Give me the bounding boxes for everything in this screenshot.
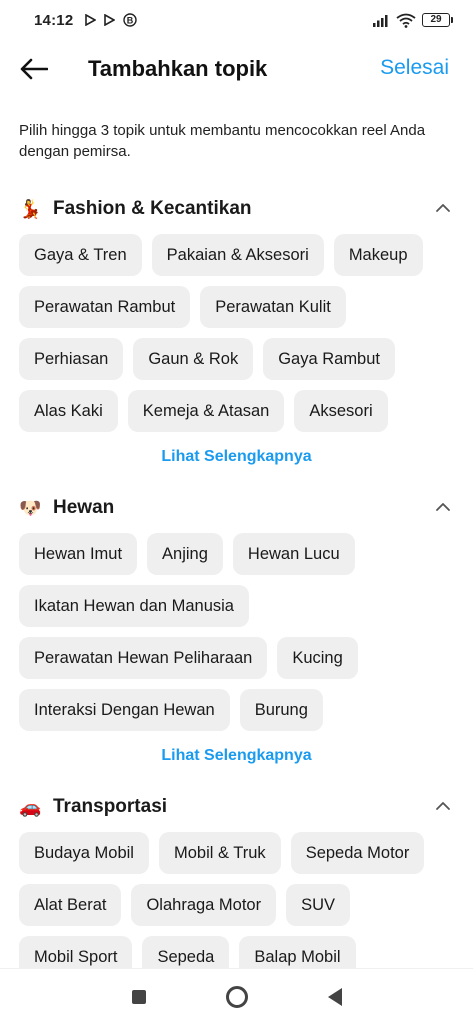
topic-chip[interactable]: Ikatan Hewan dan Manusia — [19, 585, 249, 627]
chip-row: Perhiasan Gaun & Rok Gaya Rambut — [19, 338, 473, 380]
status-time: 14:12 — [34, 11, 74, 29]
section-title: Transportasi — [53, 796, 168, 817]
topic-chip[interactable]: Burung — [239, 689, 323, 731]
topic-chip[interactable]: SUV — [286, 884, 351, 926]
play-store-icon — [104, 14, 116, 26]
svg-text:B: B — [127, 16, 134, 26]
notification-icons: B — [85, 13, 138, 27]
chip-row: Perawatan Hewan Peliharaan Kucing — [19, 637, 473, 679]
chip-row: Alat Berat Olahraga Motor SUV — [19, 884, 473, 926]
topic-chip[interactable]: Budaya Mobil — [19, 832, 149, 874]
see-more-link[interactable]: Lihat Selengkapnya — [0, 741, 473, 771]
topic-chip[interactable]: Gaun & Rok — [133, 338, 254, 380]
section-animals: 🐶 Hewan Hewan Imut Anjing Hewan Lucu Ika… — [0, 491, 473, 771]
topic-chips: Gaya & Tren Pakaian & Aksesori Makeup Pe… — [0, 226, 473, 472]
chip-row: Interaksi Dengan Hewan Burung — [19, 689, 473, 731]
section-header: 🐶 Hewan — [0, 491, 473, 525]
chip-row: Hewan Imut Anjing Hewan Lucu — [19, 533, 473, 575]
back-arrow-icon — [20, 58, 48, 80]
topic-chip[interactable]: Interaksi Dengan Hewan — [19, 689, 230, 731]
chevron-up-icon[interactable] — [433, 497, 453, 517]
topic-chip[interactable]: Perhiasan — [19, 338, 124, 380]
topic-chip[interactable]: Perawatan Rambut — [19, 286, 191, 328]
section-transport: 🚗 Transportasi Budaya Mobil Mobil & Truk… — [0, 790, 473, 988]
topic-chips: Budaya Mobil Mobil & Truk Sepeda Motor A… — [0, 824, 473, 978]
battery-level: 29 — [422, 13, 450, 27]
topic-chip[interactable]: Anjing — [147, 533, 223, 575]
b-circle-icon: B — [123, 13, 138, 27]
topic-chip[interactable]: Perawatan Kulit — [200, 286, 346, 328]
system-nav-bar — [0, 968, 473, 1024]
chip-row: Alas Kaki Kemeja & Atasan Aksesori — [19, 390, 473, 432]
car-icon: 🚗 — [19, 796, 42, 817]
chip-row: Perawatan Rambut Perawatan Kulit — [19, 286, 473, 328]
topic-chip[interactable]: Hewan Imut — [19, 533, 138, 575]
topic-chip[interactable]: Olahraga Motor — [131, 884, 277, 926]
wifi-icon — [396, 13, 416, 28]
battery-indicator: 29 — [422, 13, 453, 27]
topic-chip[interactable]: Pakaian & Aksesori — [151, 234, 324, 276]
section-header: 🚗 Transportasi — [0, 790, 473, 824]
home-icon[interactable] — [225, 985, 248, 1008]
recent-apps-icon[interactable] — [131, 989, 146, 1004]
page-title: Tambahkan topik — [88, 56, 268, 81]
status-bar: 14:12 B 29 — [0, 0, 473, 40]
topic-chip[interactable]: Sepeda Motor — [290, 832, 425, 874]
chip-row: Ikatan Hewan dan Manusia — [19, 585, 473, 627]
chevron-up-icon[interactable] — [433, 796, 453, 816]
topic-chip[interactable]: Hewan Lucu — [232, 533, 355, 575]
topic-chip[interactable]: Kucing — [277, 637, 358, 679]
topic-chip[interactable]: Makeup — [333, 234, 423, 276]
topic-chip[interactable]: Alat Berat — [19, 884, 122, 926]
topic-chip[interactable]: Mobil & Truk — [158, 832, 281, 874]
topic-chip[interactable]: Perawatan Hewan Peliharaan — [19, 637, 268, 679]
chip-row: Budaya Mobil Mobil & Truk Sepeda Motor — [19, 832, 473, 874]
back-button[interactable] — [16, 52, 52, 86]
intro-text: Pilih hingga 3 topik untuk membantu menc… — [19, 122, 426, 160]
topic-chip[interactable]: Aksesori — [294, 390, 388, 432]
section-title: Hewan — [53, 497, 115, 518]
section-header: 💃 Fashion & Kecantikan — [0, 192, 473, 226]
back-triangle-icon[interactable] — [327, 987, 342, 1006]
section-title: Fashion & Kecantikan — [53, 198, 252, 219]
topic-chips: Hewan Imut Anjing Hewan Lucu Ikatan Hewa… — [0, 525, 473, 771]
section-fashion: 💃 Fashion & Kecantikan Gaya & Tren Pakai… — [0, 192, 473, 472]
topic-chip[interactable]: Alas Kaki — [19, 390, 118, 432]
signal-icon — [373, 15, 388, 27]
topic-chip[interactable]: Gaya Rambut — [263, 338, 395, 380]
dog-face-icon: 🐶 — [19, 497, 42, 518]
chip-row: Gaya & Tren Pakaian & Aksesori Makeup — [19, 234, 473, 276]
topic-chip[interactable]: Gaya & Tren — [19, 234, 142, 276]
dancer-icon: 💃 — [19, 198, 42, 219]
see-more-link[interactable]: Lihat Selengkapnya — [0, 442, 473, 472]
play-store-icon — [85, 14, 97, 26]
chevron-up-icon[interactable] — [433, 198, 453, 218]
header: Tambahkan topik Selesai — [0, 44, 473, 94]
topic-chip[interactable]: Kemeja & Atasan — [127, 390, 285, 432]
done-button[interactable]: Selesai — [380, 56, 449, 80]
